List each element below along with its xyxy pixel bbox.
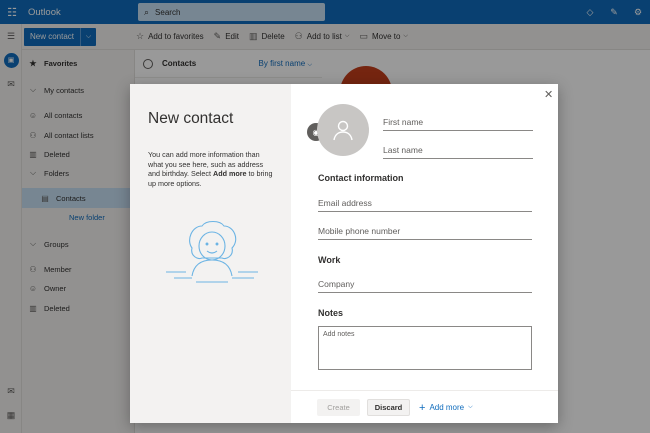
new-contact-dialog: New contact You can add more information… — [130, 84, 558, 423]
contact-photo-placeholder[interactable] — [317, 104, 369, 156]
notes-textarea[interactable]: Add notes — [318, 326, 532, 370]
create-button[interactable]: Create — [317, 399, 360, 416]
add-more-label: Add more — [429, 403, 465, 412]
notes-title: Notes — [318, 308, 344, 318]
first-name-placeholder: First name — [383, 117, 424, 127]
dialog-info-text: You can add more information than what y… — [148, 150, 273, 188]
first-name-field[interactable]: First name — [383, 113, 533, 131]
phone-placeholder: Mobile phone number — [318, 226, 401, 236]
dialog-info-panel: New contact You can add more information… — [130, 84, 291, 423]
dialog-title: New contact — [148, 110, 234, 127]
last-name-placeholder: Last name — [383, 145, 423, 155]
company-placeholder: Company — [318, 279, 355, 289]
discard-button[interactable]: Discard — [367, 399, 410, 416]
work-title: Work — [318, 255, 341, 265]
add-more-button[interactable]: + Add more ⌵ — [419, 400, 473, 415]
plus-icon: + — [419, 401, 426, 414]
last-name-field[interactable]: Last name — [383, 141, 533, 159]
phone-field[interactable]: Mobile phone number — [318, 222, 532, 240]
chevron-down-icon: ⌵ — [468, 404, 473, 410]
email-placeholder: Email address — [318, 198, 372, 208]
footer-divider — [291, 390, 558, 391]
contact-info-title: Contact information — [318, 173, 404, 183]
person-icon — [333, 120, 353, 141]
email-field[interactable]: Email address — [318, 194, 532, 212]
company-field[interactable]: Company — [318, 275, 532, 293]
person-illustration — [166, 220, 258, 283]
notes-placeholder: Add notes — [323, 331, 355, 338]
close-icon[interactable]: ✕ — [544, 88, 553, 101]
